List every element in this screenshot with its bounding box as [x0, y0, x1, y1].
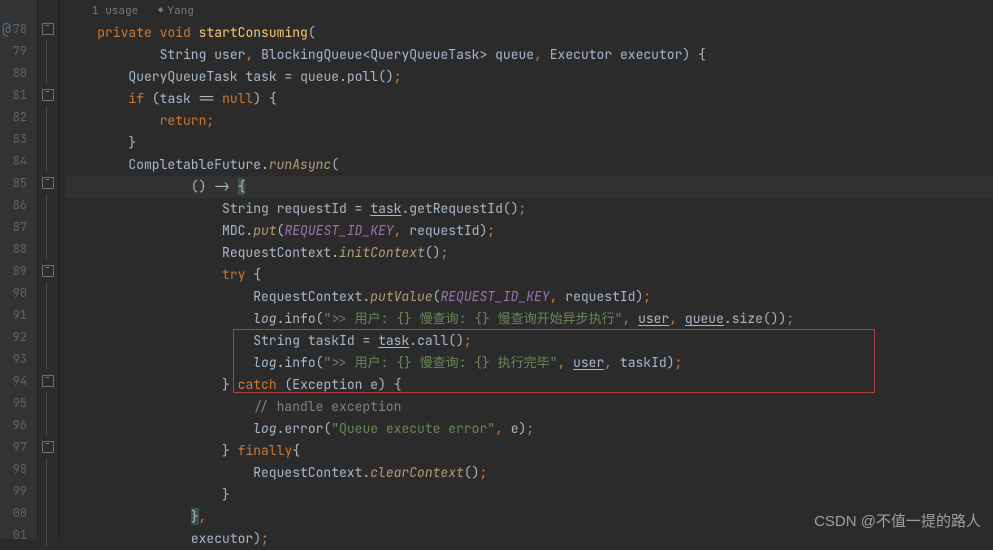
code-line[interactable]: log.info(">> 用户: {} 慢查询: {} 慢查询开始异步执行", … [66, 308, 993, 330]
code-line[interactable]: RequestContext.initContext(); [66, 242, 993, 264]
author-label[interactable]: Yang [158, 4, 194, 18]
code-line[interactable]: } [66, 132, 993, 154]
line-number: 83 [0, 128, 37, 150]
fold-toggle-icon[interactable] [38, 18, 59, 40]
fold-toggle-icon[interactable] [38, 260, 59, 282]
line-number: 90 [0, 282, 37, 304]
code-line[interactable]: private void startConsuming( [66, 22, 993, 44]
line-number: 94 [0, 370, 37, 392]
code-line[interactable]: QueryQueueTask task = queue.poll(); [66, 66, 993, 88]
line-number: 78 [0, 18, 37, 40]
line-number: 87 [0, 216, 37, 238]
code-line[interactable]: // handle exception [66, 396, 993, 418]
line-number: 80 [0, 62, 37, 84]
fold-gutter [38, 0, 60, 539]
code-area[interactable]: 1 usage Yang private void startConsuming… [60, 0, 993, 539]
line-number: 81 [0, 84, 37, 106]
line-number: 84 [0, 150, 37, 172]
code-line[interactable]: () -> { [66, 176, 993, 198]
inlay-hint[interactable]: 1 usage Yang [66, 0, 993, 22]
code-line[interactable]: RequestContext.clearContext(); [66, 462, 993, 484]
line-number: 85 [0, 172, 37, 194]
line-number: 98 [0, 458, 37, 480]
code-line[interactable]: log.info(">> 用户: {} 慢查询: {} 执行完毕", user,… [66, 352, 993, 374]
line-number-gutter: 78 79 80 81 82 83 84 85 86 87 88 89 90 9… [0, 0, 38, 539]
code-line[interactable]: } catch (Exception e) { [66, 374, 993, 396]
line-number: 92 [0, 326, 37, 348]
line-number: 93 [0, 348, 37, 370]
line-number: 97 [0, 436, 37, 458]
code-line[interactable]: RequestContext.putValue(REQUEST_ID_KEY, … [66, 286, 993, 308]
code-line[interactable]: String taskId = task.call(); [66, 330, 993, 352]
fold-toggle-icon[interactable] [38, 172, 59, 194]
fold-toggle-icon[interactable] [38, 84, 59, 106]
line-number: 89 [0, 260, 37, 282]
code-line[interactable]: log.error("Queue execute error", e); [66, 418, 993, 440]
code-line[interactable]: CompletableFuture.runAsync( [66, 154, 993, 176]
code-line[interactable]: } finally{ [66, 440, 993, 462]
line-number: 91 [0, 304, 37, 326]
line-number: 86 [0, 194, 37, 216]
line-number: 01 [0, 524, 37, 546]
code-line[interactable]: return; [66, 110, 993, 132]
code-line[interactable]: executor); [66, 528, 993, 550]
code-line[interactable]: try { [66, 264, 993, 286]
line-number: 00 [0, 502, 37, 524]
code-line[interactable]: } [66, 484, 993, 506]
code-line[interactable]: String user, BlockingQueue<QueryQueueTas… [66, 44, 993, 66]
fold-toggle-icon[interactable] [38, 370, 59, 392]
line-number: 79 [0, 40, 37, 62]
fold-toggle-icon[interactable] [38, 436, 59, 458]
code-line[interactable]: String requestId = task.getRequestId(); [66, 198, 993, 220]
line-number: 82 [0, 106, 37, 128]
line-number: 96 [0, 414, 37, 436]
line-number: 88 [0, 238, 37, 260]
usages-count-label[interactable]: 1 usage [92, 4, 138, 18]
line-number: 99 [0, 480, 37, 502]
line-number: 95 [0, 392, 37, 414]
code-line[interactable]: if (task == null) { [66, 88, 993, 110]
code-line[interactable]: }, [66, 506, 993, 528]
code-editor[interactable]: 78 79 80 81 82 83 84 85 86 87 88 89 90 9… [0, 0, 993, 539]
code-line[interactable]: MDC.put(REQUEST_ID_KEY, requestId); [66, 220, 993, 242]
